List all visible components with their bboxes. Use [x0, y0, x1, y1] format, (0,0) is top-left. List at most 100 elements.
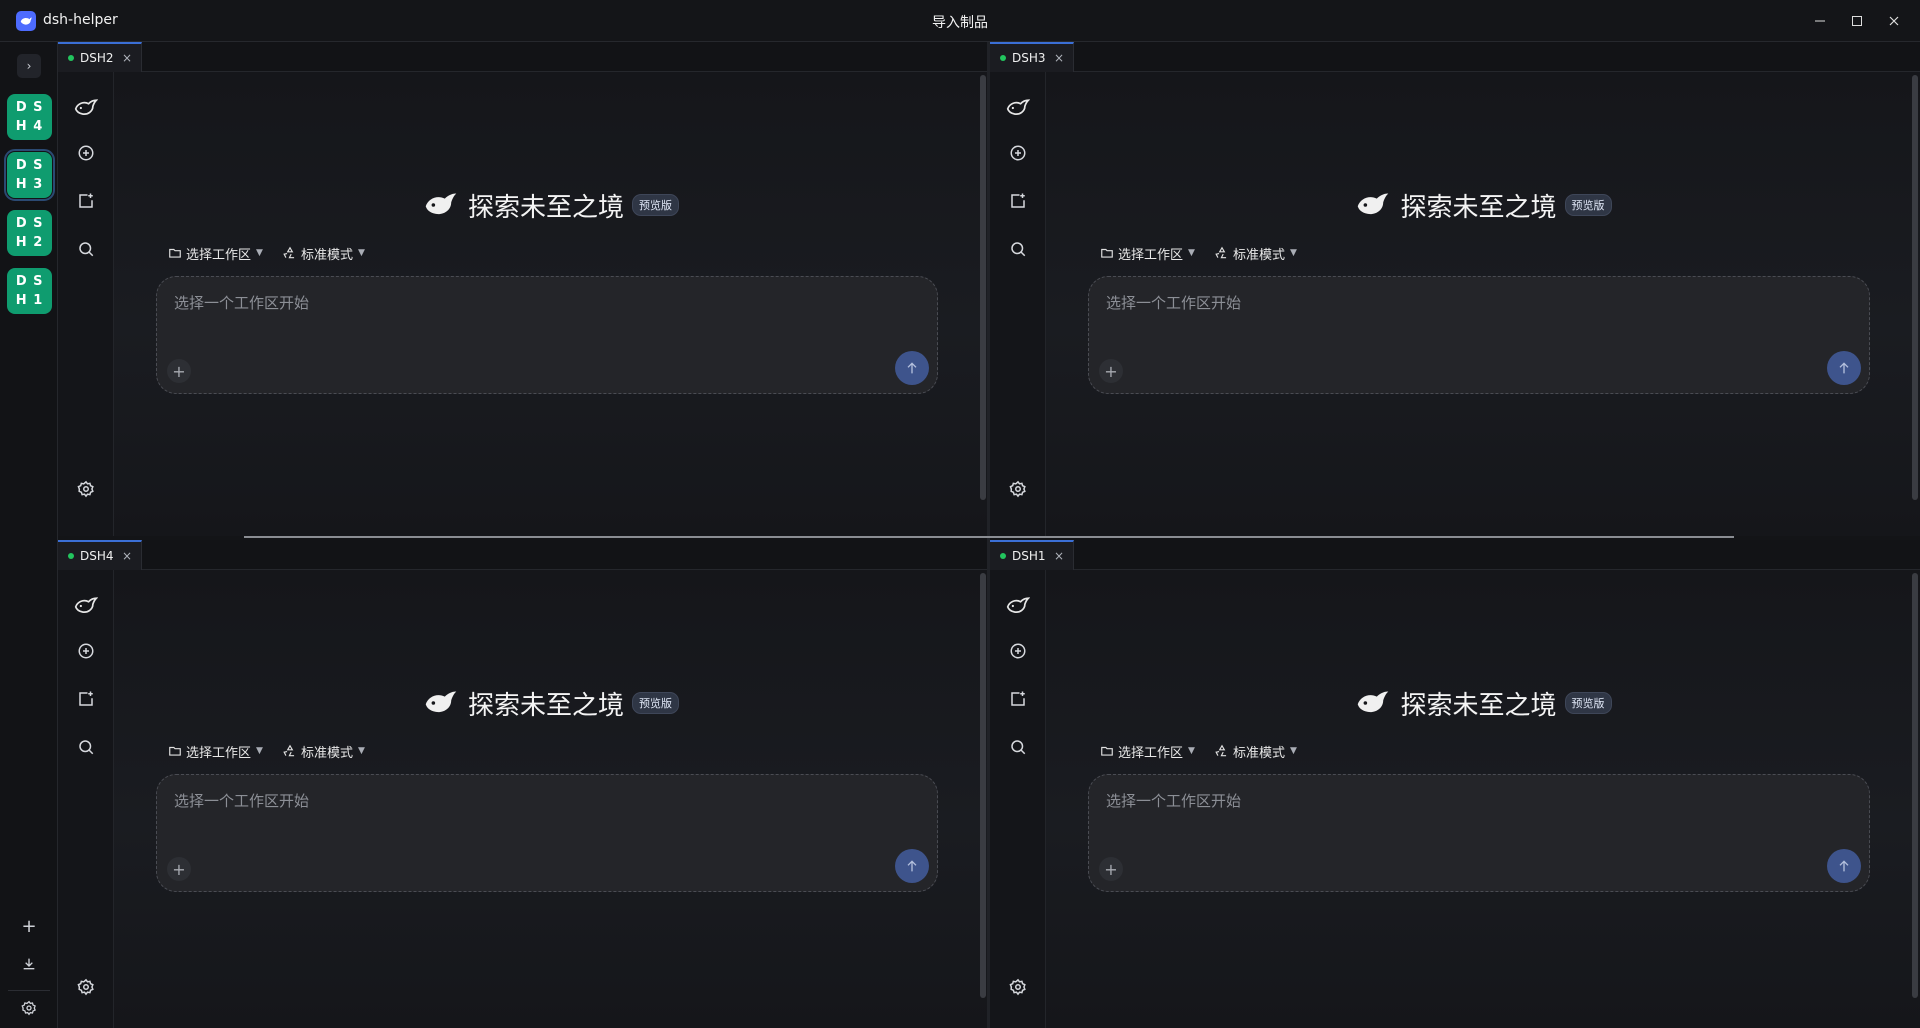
maximize-button[interactable]	[1840, 6, 1874, 36]
pane-settings-button[interactable]	[1006, 975, 1030, 999]
pane-dsh1: DSH1 × 探索未至之境 预览版 选择工作区 ▼ 标准模式 ▼ 选择一个工作区…	[990, 540, 1920, 1028]
pane-settings-button[interactable]	[74, 477, 98, 501]
tab-strip: DSH4 ×	[58, 540, 987, 570]
tab-dsh3[interactable]: DSH3 ×	[990, 42, 1074, 72]
whale-icon	[425, 193, 457, 215]
tab-close-button[interactable]: ×	[1054, 549, 1064, 563]
attach-button[interactable]: +	[1099, 359, 1123, 383]
new-workspace-button[interactable]	[74, 687, 98, 711]
send-button[interactable]	[895, 351, 929, 385]
close-icon	[1889, 16, 1899, 26]
search-button[interactable]	[1006, 237, 1030, 261]
new-chat-button[interactable]	[1006, 639, 1030, 663]
horizontal-splitter[interactable]	[244, 536, 1734, 538]
whale-logo-button[interactable]	[74, 96, 98, 120]
new-workspace-button[interactable]	[74, 189, 98, 213]
new-chat-button[interactable]	[74, 639, 98, 663]
tab-strip: DSH1 ×	[990, 540, 1920, 570]
whale-logo-button[interactable]	[1006, 96, 1030, 120]
chevron-down-icon: ▼	[357, 746, 365, 756]
new-workspace-button[interactable]	[1006, 189, 1030, 213]
whale-logo-button[interactable]	[1006, 594, 1030, 618]
new-chat-button[interactable]	[1006, 141, 1030, 165]
new-chat-button[interactable]	[74, 141, 98, 165]
welcome-title: 探索未至之境	[1400, 192, 1557, 223]
prompt-composer[interactable]: 选择一个工作区开始 +	[156, 774, 938, 892]
mode-selector[interactable]: 标准模式 ▼	[1215, 244, 1297, 263]
maximize-icon	[1852, 16, 1862, 26]
send-button[interactable]	[895, 849, 929, 883]
folder-icon	[169, 746, 181, 756]
instance-dsh1[interactable]: D S H 1	[7, 268, 52, 314]
send-button[interactable]	[1827, 849, 1861, 883]
recycle-icon	[283, 246, 295, 259]
tab-dsh1[interactable]: DSH1 ×	[990, 540, 1074, 570]
prompt-composer[interactable]: 选择一个工作区开始 +	[1088, 774, 1870, 892]
sidebar-divider	[8, 990, 50, 991]
preview-badge: 预览版	[632, 194, 679, 216]
tab-close-button[interactable]: ×	[122, 549, 132, 563]
pane-settings-button[interactable]	[1006, 477, 1030, 501]
send-button[interactable]	[1827, 351, 1861, 385]
attach-button[interactable]: +	[167, 857, 191, 881]
instance-char: H	[15, 235, 27, 250]
tab-dsh4[interactable]: DSH4 ×	[58, 540, 142, 570]
recycle-icon	[1215, 246, 1227, 259]
global-settings-button[interactable]	[17, 996, 41, 1020]
gear-icon	[77, 480, 94, 498]
search-icon	[1011, 740, 1026, 755]
app-logo-icon	[16, 11, 36, 31]
instance-dsh2[interactable]: D S H 2	[7, 210, 52, 256]
folder-icon	[1101, 248, 1113, 258]
workspace-label: 选择工作区	[186, 247, 252, 263]
instance-sidebar: › D S H 4 D S H 3 D S H 2 D S H 1 +	[0, 42, 58, 1028]
whale-logo-button[interactable]	[74, 594, 98, 618]
workspace-selector[interactable]: 选择工作区 ▼	[168, 244, 263, 263]
pane-scrollbar[interactable]	[1912, 75, 1918, 500]
import-button[interactable]	[17, 952, 41, 976]
selector-row: 选择工作区 ▼ 标准模式 ▼	[168, 242, 385, 264]
tab-close-button[interactable]: ×	[122, 51, 132, 65]
prompt-composer[interactable]: 选择一个工作区开始 +	[156, 276, 938, 394]
whale-icon	[425, 691, 457, 713]
prompt-composer[interactable]: 选择一个工作区开始 +	[1088, 276, 1870, 394]
gear-icon	[77, 978, 94, 996]
pane-scrollbar[interactable]	[980, 573, 986, 998]
selector-row: 选择工作区 ▼ 标准模式 ▼	[1100, 242, 1317, 264]
search-button[interactable]	[74, 237, 98, 261]
workspace-selector[interactable]: 选择工作区 ▼	[1100, 244, 1195, 263]
workspace-label: 选择工作区	[1118, 247, 1184, 263]
pane-scrollbar[interactable]	[980, 75, 986, 500]
add-instance-button[interactable]: +	[17, 914, 41, 938]
pane-toolbar	[58, 72, 114, 536]
search-button[interactable]	[1006, 735, 1030, 759]
whale-icon	[74, 597, 98, 613]
instance-char: S	[33, 274, 43, 289]
minimize-button[interactable]	[1803, 6, 1837, 36]
new-workspace-button[interactable]	[1006, 687, 1030, 711]
close-window-button[interactable]	[1877, 6, 1911, 36]
mode-selector[interactable]: 标准模式 ▼	[1215, 742, 1297, 761]
tab-strip: DSH2 ×	[58, 42, 987, 72]
mode-selector[interactable]: 标准模式 ▼	[283, 244, 365, 263]
workspace-selector[interactable]: 选择工作区 ▼	[1100, 742, 1195, 761]
instance-dsh4[interactable]: D S H 4	[7, 94, 52, 140]
workspace-selector[interactable]: 选择工作区 ▼	[168, 742, 263, 761]
add-folder-icon	[1011, 193, 1025, 208]
tab-close-button[interactable]: ×	[1054, 51, 1064, 65]
tab-dsh2[interactable]: DSH2 ×	[58, 42, 142, 72]
attach-button[interactable]: +	[1099, 857, 1123, 881]
mode-selector[interactable]: 标准模式 ▼	[283, 742, 365, 761]
pane-scrollbar[interactable]	[1912, 573, 1918, 998]
instance-char: S	[33, 158, 43, 173]
pane-settings-button[interactable]	[74, 975, 98, 999]
pane-dsh2: DSH2 × 探索未至之境 预览版 选择工作区 ▼ 标准模式 ▼ 选择一个工作区…	[58, 42, 987, 536]
instance-char: D	[15, 216, 27, 231]
expand-sidebar-button[interactable]: ›	[17, 54, 41, 78]
attach-button[interactable]: +	[167, 359, 191, 383]
search-button[interactable]	[74, 735, 98, 759]
app-name: dsh-helper	[43, 12, 118, 28]
add-folder-icon	[79, 691, 93, 706]
plus-circle-icon	[1010, 145, 1026, 161]
instance-dsh3[interactable]: D S H 3	[4, 149, 55, 201]
